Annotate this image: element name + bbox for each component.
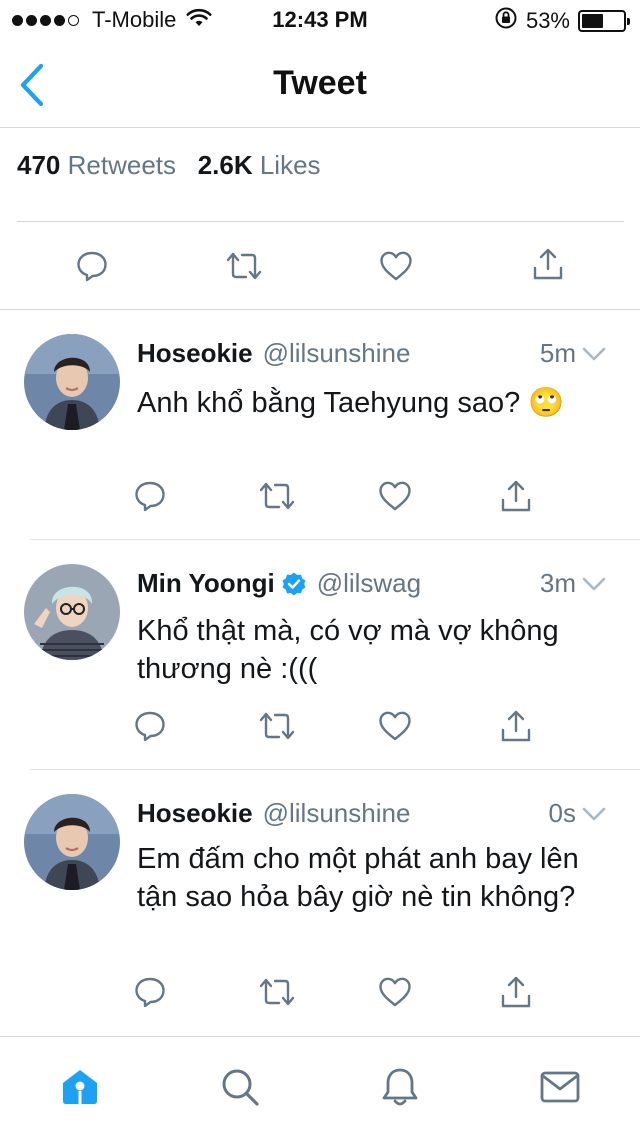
retweet-icon[interactable] <box>257 706 297 746</box>
navigation-bar: Tweet <box>0 40 640 128</box>
battery-level <box>582 13 604 28</box>
search-icon[interactable] <box>218 1065 262 1109</box>
display-name[interactable]: Hoseokie <box>137 798 253 829</box>
display-name[interactable]: Min Yoongi <box>137 568 275 599</box>
status-right: 53% <box>494 6 630 35</box>
battery-icon <box>578 9 630 32</box>
timestamp: 5m <box>539 338 576 368</box>
user-handle[interactable]: @lilsunshine <box>263 338 411 369</box>
reply-header: Min Yoongi @lilswag <box>137 568 421 599</box>
page-title: Tweet <box>273 64 367 102</box>
reply-icon[interactable] <box>130 706 170 746</box>
reply-action-bar <box>0 476 640 526</box>
retweet-icon[interactable] <box>224 246 264 286</box>
likes-count[interactable]: 2.6K <box>198 150 253 180</box>
like-icon[interactable] <box>375 972 415 1012</box>
chevron-down-icon[interactable] <box>580 570 608 598</box>
tweet-text: Anh khổ bằng Taehyung sao? 🙄 <box>137 387 565 419</box>
reply-tweet[interactable]: Min Yoongi @lilswag 3m Khổ thật mà, có v… <box>0 540 640 770</box>
notifications-icon[interactable] <box>378 1065 422 1109</box>
chevron-down-icon[interactable] <box>580 800 608 828</box>
reply-header: Hoseokie @lilsunshine <box>137 798 410 829</box>
tweet-action-bar <box>0 222 640 310</box>
retweet-icon[interactable] <box>257 476 297 516</box>
home-icon[interactable] <box>58 1065 102 1109</box>
timestamp: 3m <box>539 568 576 598</box>
avatar[interactable] <box>24 564 120 660</box>
share-icon[interactable] <box>496 972 536 1012</box>
reply-action-bar <box>0 972 640 1022</box>
reply-action-bar <box>0 706 640 756</box>
retweets-count[interactable]: 470 <box>17 150 60 180</box>
status-bar: T-Mobile 12:43 PM 53% <box>0 0 640 40</box>
display-name[interactable]: Hoseokie <box>137 338 253 369</box>
retweet-icon[interactable] <box>257 972 297 1012</box>
reply-tweet[interactable]: Hoseokie @lilsunshine 0s Em đấm cho một … <box>0 770 640 1036</box>
rotation-lock-icon <box>494 6 518 35</box>
retweets-label[interactable]: Retweets <box>68 150 176 180</box>
reply-icon[interactable] <box>130 972 170 1012</box>
verified-badge-icon <box>281 571 307 597</box>
reply-tweet[interactable]: Hoseokie @lilsunshine 5m Anh khổ bằng Ta… <box>0 310 640 540</box>
tweet-text: Em đấm cho một phát anh bay lên tận sao … <box>137 843 579 913</box>
chevron-down-icon[interactable] <box>580 340 608 368</box>
share-icon[interactable] <box>496 706 536 746</box>
share-icon[interactable] <box>528 244 568 284</box>
like-icon[interactable] <box>376 246 416 286</box>
reply-header: Hoseokie @lilsunshine <box>137 338 410 369</box>
like-icon[interactable] <box>375 706 415 746</box>
like-icon[interactable] <box>375 476 415 516</box>
messages-icon[interactable] <box>538 1065 582 1109</box>
likes-label[interactable]: Likes <box>260 150 321 180</box>
avatar[interactable] <box>24 334 120 430</box>
user-handle[interactable]: @lilsunshine <box>263 798 411 829</box>
reply-icon[interactable] <box>130 476 170 516</box>
tweet-text: Khổ thật mà, có vợ mà vợ không thương nè… <box>137 615 559 685</box>
reply-icon[interactable] <box>72 246 112 286</box>
tab-bar <box>0 1036 640 1136</box>
tweet-stats: 470 Retweets 2.6K Likes <box>17 150 321 181</box>
share-icon[interactable] <box>496 476 536 516</box>
battery-percentage: 53% <box>525 7 570 33</box>
timestamp: 0s <box>548 798 576 828</box>
avatar[interactable] <box>24 794 120 890</box>
user-handle[interactable]: @lilswag <box>317 568 421 599</box>
